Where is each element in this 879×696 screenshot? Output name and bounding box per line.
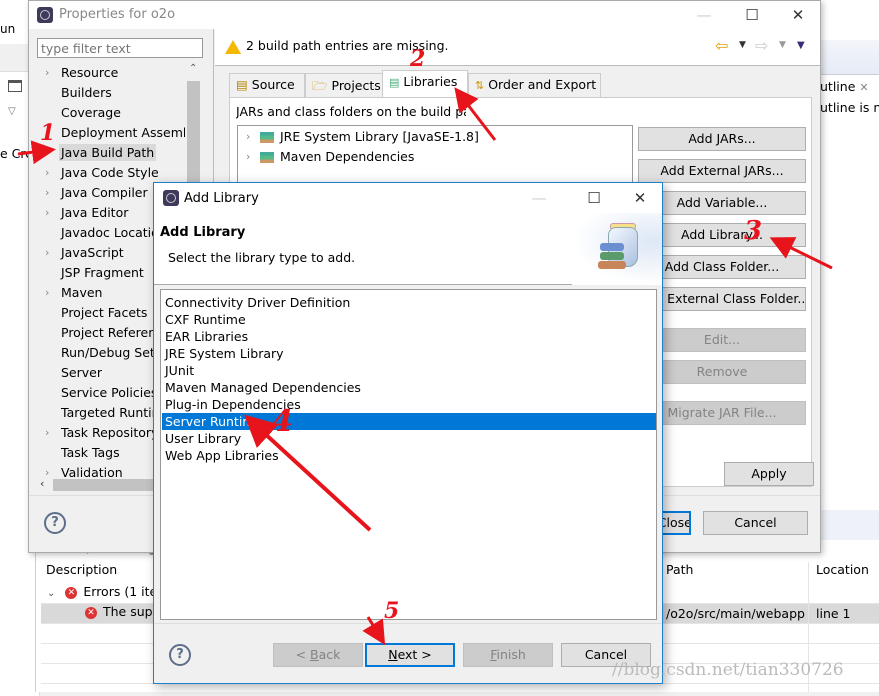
arrow-2 [454, 87, 497, 141]
annotation-step-3: 3 [744, 216, 763, 246]
annotation-step-2: 2 [410, 46, 426, 72]
annotation-step-5: 5 [384, 598, 400, 624]
watermark: //blog.csdn.net/tian330726 [612, 660, 844, 680]
annotation-step-4: 4 [272, 404, 293, 439]
arrow-5 [362, 616, 386, 646]
arrow-1 [17, 140, 56, 165]
arrow-3 [769, 237, 833, 270]
annotation-step-1: 1 [40, 120, 56, 146]
annotation-arrows [17, 87, 833, 646]
arrow-4 [244, 414, 372, 532]
